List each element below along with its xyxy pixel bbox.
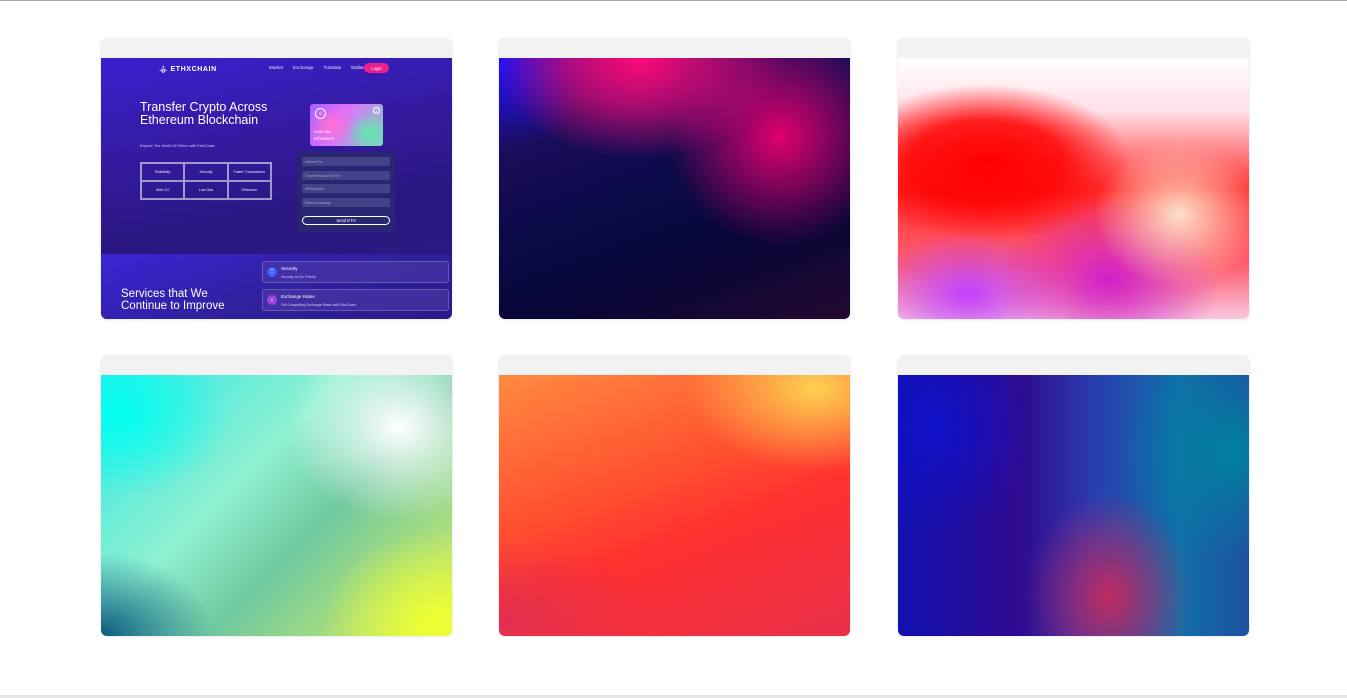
- template-card-gradient-6[interactable]: [898, 356, 1249, 636]
- top-divider: [0, 0, 1347, 1]
- ethxchain-preview: ⚶ ETHXCHAIN Market Exchange Tutorials Wa…: [101, 58, 452, 319]
- ethx-logo: ⚶ ETHXCHAIN: [159, 64, 217, 75]
- feature-web3: Web 3.0: [141, 181, 185, 199]
- browser-chrome-bar: [499, 356, 850, 375]
- feature-faster-transactions: Faster Transactions: [227, 163, 271, 181]
- feature-low-gas: Low Gas: [184, 181, 228, 199]
- search-icon: ⌕: [267, 295, 277, 305]
- transfer-form: Address To Transfer Amount (ETH) Gif Key…: [297, 152, 395, 232]
- service-subtitle: Security Is Our Priority: [281, 275, 317, 279]
- login-button[interactable]: Login: [364, 63, 389, 73]
- gradient-preview: [898, 58, 1249, 319]
- send-eth-button[interactable]: Send ETH: [302, 216, 390, 225]
- gradient-preview: [499, 375, 850, 636]
- wallet-address: 0x2f5..9fd4: [314, 130, 332, 134]
- amount-input[interactable]: Transfer Amount (ETH): [302, 171, 390, 180]
- template-card-gradient-2[interactable]: [499, 39, 850, 319]
- nav-exchange[interactable]: Exchange: [293, 65, 313, 70]
- service-title: Security: [281, 266, 298, 271]
- browser-chrome-bar: [101, 39, 452, 58]
- service-subtitle: Get Compelling Exchange Rates with EthxC…: [281, 303, 357, 307]
- feature-security: Security: [184, 163, 228, 181]
- shield-icon: ⛉: [267, 267, 277, 277]
- service-security: ⛉ Security Security Is Our Priority: [262, 261, 449, 283]
- address-to-input[interactable]: Address To: [302, 157, 390, 166]
- ethx-logo-icon: ⚶: [159, 64, 168, 75]
- template-card-ethxchain[interactable]: ⚶ ETHXCHAIN Market Exchange Tutorials Wa…: [101, 39, 452, 319]
- gradient-preview: [898, 375, 1249, 636]
- feature-reliability: Reliability: [141, 163, 185, 181]
- service-title: Exchange Rates: [281, 294, 315, 299]
- browser-chrome-bar: [898, 356, 1249, 375]
- browser-chrome-bar: [499, 39, 850, 58]
- feature-ethereum: Ethereum: [227, 181, 271, 199]
- ethx-nav: Market Exchange Tutorials Wallets: [269, 65, 366, 70]
- hero-title: Transfer Crypto Across Ethereum Blockcha…: [140, 100, 268, 127]
- gradient-preview: [101, 375, 452, 636]
- ethereum-coin-icon: ◊: [315, 108, 326, 119]
- eth-wallet-card: ◊ i 0x2f5..9fd4 Ethereum: [310, 104, 383, 146]
- info-icon: i: [373, 107, 380, 114]
- browser-chrome-bar: [101, 356, 452, 375]
- template-card-gradient-3[interactable]: [898, 39, 1249, 319]
- services-section: Services that We Continue to Improve ⛉ S…: [101, 254, 452, 319]
- gradient-preview: [499, 58, 850, 319]
- message-input[interactable]: Enter a message: [302, 198, 390, 207]
- ethx-logo-text: ETHXCHAIN: [170, 66, 217, 73]
- gif-keyword-input[interactable]: Gif Keyword: [302, 184, 390, 193]
- hero-subtitle: Explore The World Of Ethers with EthxCha…: [140, 144, 215, 148]
- wallet-network-name: Ethereum: [314, 136, 334, 141]
- service-exchange-rates: ⌕ Exchange Rates Get Compelling Exchange…: [262, 289, 449, 311]
- template-card-gradient-4[interactable]: [101, 356, 452, 636]
- browser-chrome-bar: [898, 39, 1249, 58]
- nav-tutorials[interactable]: Tutorials: [323, 65, 340, 70]
- nav-market[interactable]: Market: [269, 65, 283, 70]
- template-card-gradient-5[interactable]: [499, 356, 850, 636]
- services-title: Services that We Continue to Improve: [121, 288, 225, 312]
- feature-grid: Reliability Security Faster Transactions…: [140, 162, 272, 200]
